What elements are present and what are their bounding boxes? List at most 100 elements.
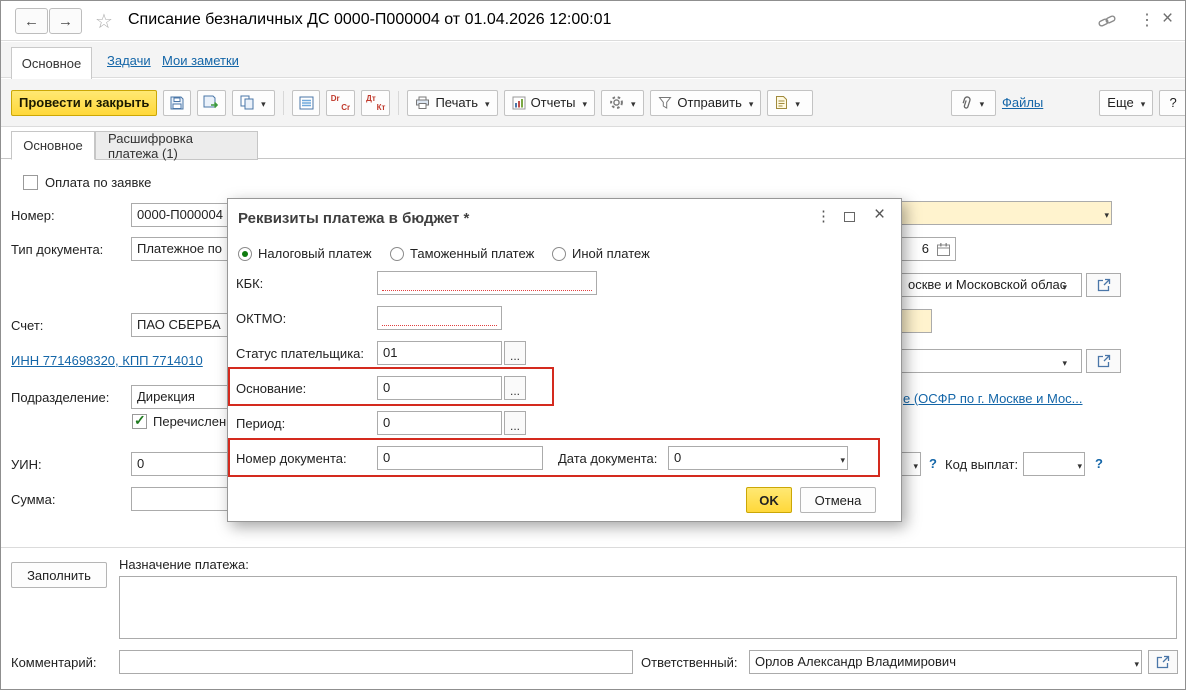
payout-code-input[interactable]: [1023, 452, 1085, 476]
basis-input[interactable]: 0: [377, 376, 502, 400]
reports-dropdown-button[interactable]: Отчеты: [504, 90, 595, 116]
osfr-link[interactable]: е (ОСФР по г. Москве и Мос...: [903, 391, 1083, 406]
dropdown-icon[interactable]: [1077, 457, 1082, 472]
doc-type-input[interactable]: Платежное по: [131, 237, 232, 261]
sum-input[interactable]: [131, 487, 232, 511]
dialog-kebab-icon[interactable]: ⋮: [816, 207, 831, 225]
pay-by-request-checkbox[interactable]: [23, 175, 38, 190]
settings-dropdown-button[interactable]: [601, 90, 644, 116]
favorite-star-icon[interactable]: ☆: [95, 9, 113, 34]
cancel-label: Отмена: [815, 493, 862, 508]
doc-number-value: 0: [383, 450, 390, 465]
ok-button[interactable]: OK: [746, 487, 792, 513]
payer-status-label: Статус плательщика:: [236, 346, 364, 361]
nav-link-notes[interactable]: Мои заметки: [162, 53, 239, 68]
doc-date-input[interactable]: 0: [668, 446, 848, 470]
nav-tab-main[interactable]: Основное: [11, 47, 92, 79]
dialog-maximize-icon[interactable]: [844, 212, 855, 222]
dropdown-icon[interactable]: [913, 457, 918, 472]
open-counterparty-button[interactable]: [1086, 349, 1121, 373]
help-question-icon[interactable]: ?: [929, 456, 937, 471]
doc-type-value: Платежное по: [137, 241, 222, 256]
payer-status-ellipsis-button[interactable]: ...: [504, 341, 526, 365]
more-button[interactable]: Еще: [1099, 90, 1153, 116]
document-icon: [775, 95, 788, 110]
dropdown-icon[interactable]: [1062, 354, 1067, 369]
floppy-arrow-icon: [203, 95, 220, 111]
cancel-button[interactable]: Отмена: [800, 487, 876, 513]
toolbar-separator: [283, 91, 284, 115]
ok-label: OK: [759, 493, 779, 508]
dr-label: Dr: [331, 94, 340, 103]
page-title: Списание безналичных ДС 0000-П000004 от …: [128, 11, 611, 29]
dr-cr-postings-button[interactable]: Dr Cr: [326, 90, 355, 116]
kbk-label: КБК:: [236, 276, 263, 291]
forward-button[interactable]: →: [49, 8, 82, 34]
attachments-dropdown-button[interactable]: [951, 90, 996, 116]
radio-tax-payment[interactable]: [238, 247, 252, 261]
save-and-refresh-button[interactable]: [197, 90, 226, 116]
back-button[interactable]: ←: [15, 8, 48, 34]
send-dropdown-button[interactable]: Отправить: [650, 90, 761, 116]
tab-payment-decode[interactable]: Расшифровка платежа (1): [95, 131, 258, 160]
back-icon: ←: [24, 13, 39, 30]
division-input[interactable]: Дирекция: [131, 385, 232, 409]
open-tax-authority-button[interactable]: [1086, 273, 1121, 297]
tab-main[interactable]: Основное: [11, 131, 95, 160]
create-based-on-dropdown-button[interactable]: [767, 90, 812, 116]
fill-button[interactable]: Заполнить: [11, 562, 107, 588]
list-icon: [299, 96, 314, 110]
dropdown-icon[interactable]: [840, 451, 845, 466]
print-dropdown-button[interactable]: Печать: [407, 90, 497, 116]
dropdown-icon[interactable]: [1134, 655, 1139, 670]
number-input[interactable]: 0000-П000004: [131, 203, 232, 227]
radio-tax-payment-label: Налоговый платеж: [258, 246, 372, 261]
inn-kpp-link[interactable]: ИНН 7714698320, КПП 7714010: [11, 353, 203, 368]
account-input[interactable]: ПАО СБЕРБА: [131, 313, 232, 337]
open-responsible-button[interactable]: [1148, 650, 1178, 674]
radio-other-payment[interactable]: [552, 247, 566, 261]
kbk-input[interactable]: [377, 271, 597, 295]
responsible-input[interactable]: Орлов Александр Владимирович: [749, 650, 1142, 674]
link-icon[interactable]: [1098, 13, 1116, 32]
copy-dropdown-button[interactable]: [232, 90, 275, 116]
help-question-icon[interactable]: ?: [1095, 456, 1103, 471]
dialog-close-icon[interactable]: ×: [874, 204, 885, 226]
paperclip-icon: [959, 95, 973, 110]
register-records-button[interactable]: [292, 90, 319, 116]
help-button[interactable]: ?: [1159, 90, 1186, 116]
report-chart-icon: [512, 96, 526, 110]
radio-customs-payment[interactable]: [390, 247, 404, 261]
purpose-textarea[interactable]: [119, 576, 1177, 639]
period-input[interactable]: 0: [377, 411, 502, 435]
doc-number-input[interactable]: 0: [377, 446, 543, 470]
dropdown-icon[interactable]: [1062, 278, 1067, 293]
floppy-icon: [169, 95, 185, 111]
kebab-menu-icon[interactable]: ⋮: [1139, 10, 1155, 30]
save-button[interactable]: [163, 90, 190, 116]
dropdown-icon: [261, 95, 266, 110]
tax-authority-value: оскве и Московской облас: [908, 277, 1066, 292]
transferred-checkbox[interactable]: [132, 414, 147, 429]
post-and-close-button[interactable]: Провести и закрыть: [11, 90, 157, 116]
close-icon[interactable]: ×: [1162, 8, 1173, 30]
nav-link-tasks[interactable]: Задачи: [107, 53, 151, 68]
dt-kt-postings-button[interactable]: Дт Кт: [361, 90, 390, 116]
payer-status-input[interactable]: 01: [377, 341, 502, 365]
files-link[interactable]: Файлы: [1002, 95, 1043, 110]
period-ellipsis-button[interactable]: ...: [504, 411, 526, 435]
tab-payment-decode-label: Расшифровка платежа (1): [108, 131, 245, 161]
send-label: Отправить: [677, 95, 741, 110]
comment-label: Комментарий:: [11, 655, 97, 670]
comment-input[interactable]: [119, 650, 633, 674]
sum-label: Сумма:: [11, 492, 55, 507]
calendar-icon[interactable]: [936, 242, 951, 260]
cr-label: Cr: [341, 103, 350, 112]
oktmo-input[interactable]: [377, 306, 502, 330]
dropdown-icon: [980, 95, 985, 110]
app-window: ← → ☆ Списание безналичных ДС 0000-П0000…: [0, 0, 1186, 690]
uin-input[interactable]: 0: [131, 452, 232, 476]
dropdown-icon[interactable]: [1104, 206, 1109, 221]
basis-ellipsis-button[interactable]: ...: [504, 376, 526, 400]
funnel-icon: [658, 96, 672, 109]
